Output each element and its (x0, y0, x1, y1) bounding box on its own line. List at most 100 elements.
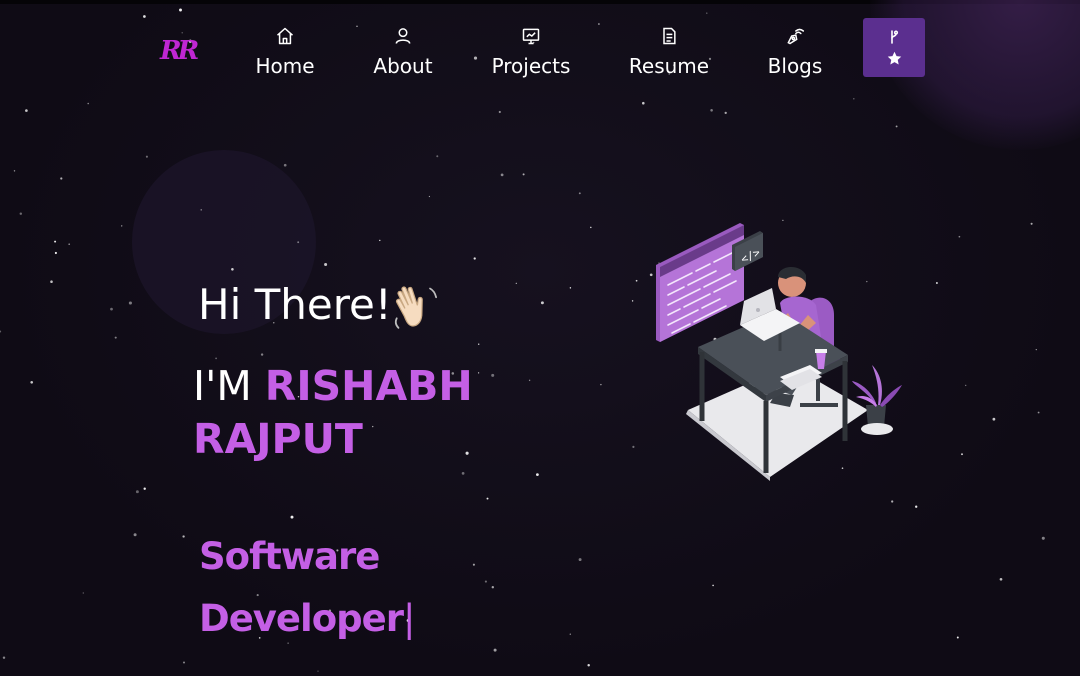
nav-home-label: Home (255, 54, 315, 78)
star-dot (461, 472, 465, 475)
nav-projects[interactable]: Projects (489, 26, 573, 82)
star-dot (25, 109, 28, 112)
star-dot (965, 384, 967, 387)
star-dot (128, 301, 132, 305)
star-dot (724, 111, 727, 115)
star-dot (712, 584, 714, 587)
star-dot (706, 12, 708, 14)
star-dot (1037, 411, 1040, 414)
star-dot (515, 282, 517, 284)
star-dot (87, 102, 89, 105)
intro-prefix: I'M (193, 362, 265, 410)
star-dot (486, 497, 489, 500)
star-dot (473, 56, 478, 60)
star-dot (13, 170, 16, 172)
github-fork-star-button[interactable] (863, 18, 925, 77)
star-dot (145, 155, 148, 158)
nav-blogs[interactable]: Blogs (764, 26, 826, 82)
star-dot (135, 490, 139, 494)
star-dot (540, 301, 544, 305)
nav-home[interactable]: Home (253, 26, 317, 82)
star-dot (356, 25, 358, 27)
star-dot (632, 445, 635, 448)
home-icon (277, 27, 293, 45)
star-dot (182, 535, 185, 538)
star-dot (2, 656, 6, 659)
waving-hand-icon (394, 286, 437, 329)
star-dot (143, 15, 146, 18)
star-dot (317, 670, 319, 672)
pen-nib-icon (787, 28, 805, 45)
star-dot (478, 343, 480, 345)
typewriter-cursor: | (402, 597, 416, 640)
star-dot (853, 97, 855, 100)
star-dot (283, 163, 287, 167)
star-dot (68, 243, 71, 246)
star-dot (133, 533, 137, 537)
star-dot (999, 577, 1003, 581)
star-dot (590, 226, 592, 229)
star-dot (297, 241, 300, 244)
star-dot (642, 101, 645, 105)
star-dot (324, 262, 328, 267)
star-dot (528, 379, 531, 382)
intro-heading: I'M RISHABH RAJPUT (193, 360, 493, 466)
star-dot (54, 240, 57, 243)
star-dot (956, 636, 959, 639)
nav-about[interactable]: About (371, 26, 435, 82)
star-dot (200, 209, 202, 211)
site-logo[interactable]: RR (160, 36, 199, 66)
star-dot (121, 225, 123, 227)
presentation-icon (522, 28, 540, 45)
greeting-heading: Hi There! (198, 280, 392, 329)
star-dot (30, 380, 34, 384)
star-dot (1035, 348, 1037, 351)
star-dot (915, 505, 918, 508)
developer-at-desk-illustration: </> (656, 223, 902, 481)
star-dot (231, 268, 234, 271)
nav-resume[interactable]: Resume (626, 26, 712, 82)
git-fork-icon (891, 29, 899, 44)
star-icon (887, 51, 901, 65)
star-dot (961, 453, 963, 456)
star-dot (379, 239, 381, 242)
star-dot (935, 282, 938, 284)
star-dot (569, 633, 571, 635)
star-dot (290, 515, 294, 519)
user-icon (395, 28, 411, 44)
star-dot (891, 500, 894, 503)
star-dot (182, 661, 186, 664)
star-dot (597, 23, 600, 25)
nav-about-label: About (373, 54, 433, 78)
star-dot (473, 257, 476, 260)
star-dot (710, 109, 713, 112)
typewriter-role: Software Developer| (199, 526, 519, 650)
star-dot (54, 251, 57, 255)
star-dot (143, 487, 146, 490)
star-dot (600, 383, 602, 386)
star-dot (578, 192, 581, 195)
star-dot (428, 195, 430, 198)
star-dot (522, 173, 525, 176)
star-dot (587, 664, 590, 667)
star-dot (635, 279, 638, 282)
star-dot (0, 330, 2, 333)
star-dot (500, 173, 504, 177)
star-dot (179, 8, 182, 12)
star-dot (1030, 222, 1033, 225)
star-dot (631, 300, 634, 302)
star-dot (992, 417, 996, 421)
nav-blogs-label: Blogs (767, 54, 823, 78)
nav-projects-label: Projects (491, 54, 571, 78)
star-dot (260, 353, 264, 356)
role-text: Software Developer (199, 535, 404, 640)
star-dot (498, 110, 501, 114)
star-dot (82, 592, 84, 594)
star-dot (1041, 536, 1045, 540)
star-dot (19, 212, 23, 215)
star-dot (578, 558, 582, 562)
nav-resume-label: Resume (628, 54, 710, 78)
star-dot (110, 307, 113, 311)
star-dot (50, 280, 53, 283)
star-dot (569, 287, 572, 289)
